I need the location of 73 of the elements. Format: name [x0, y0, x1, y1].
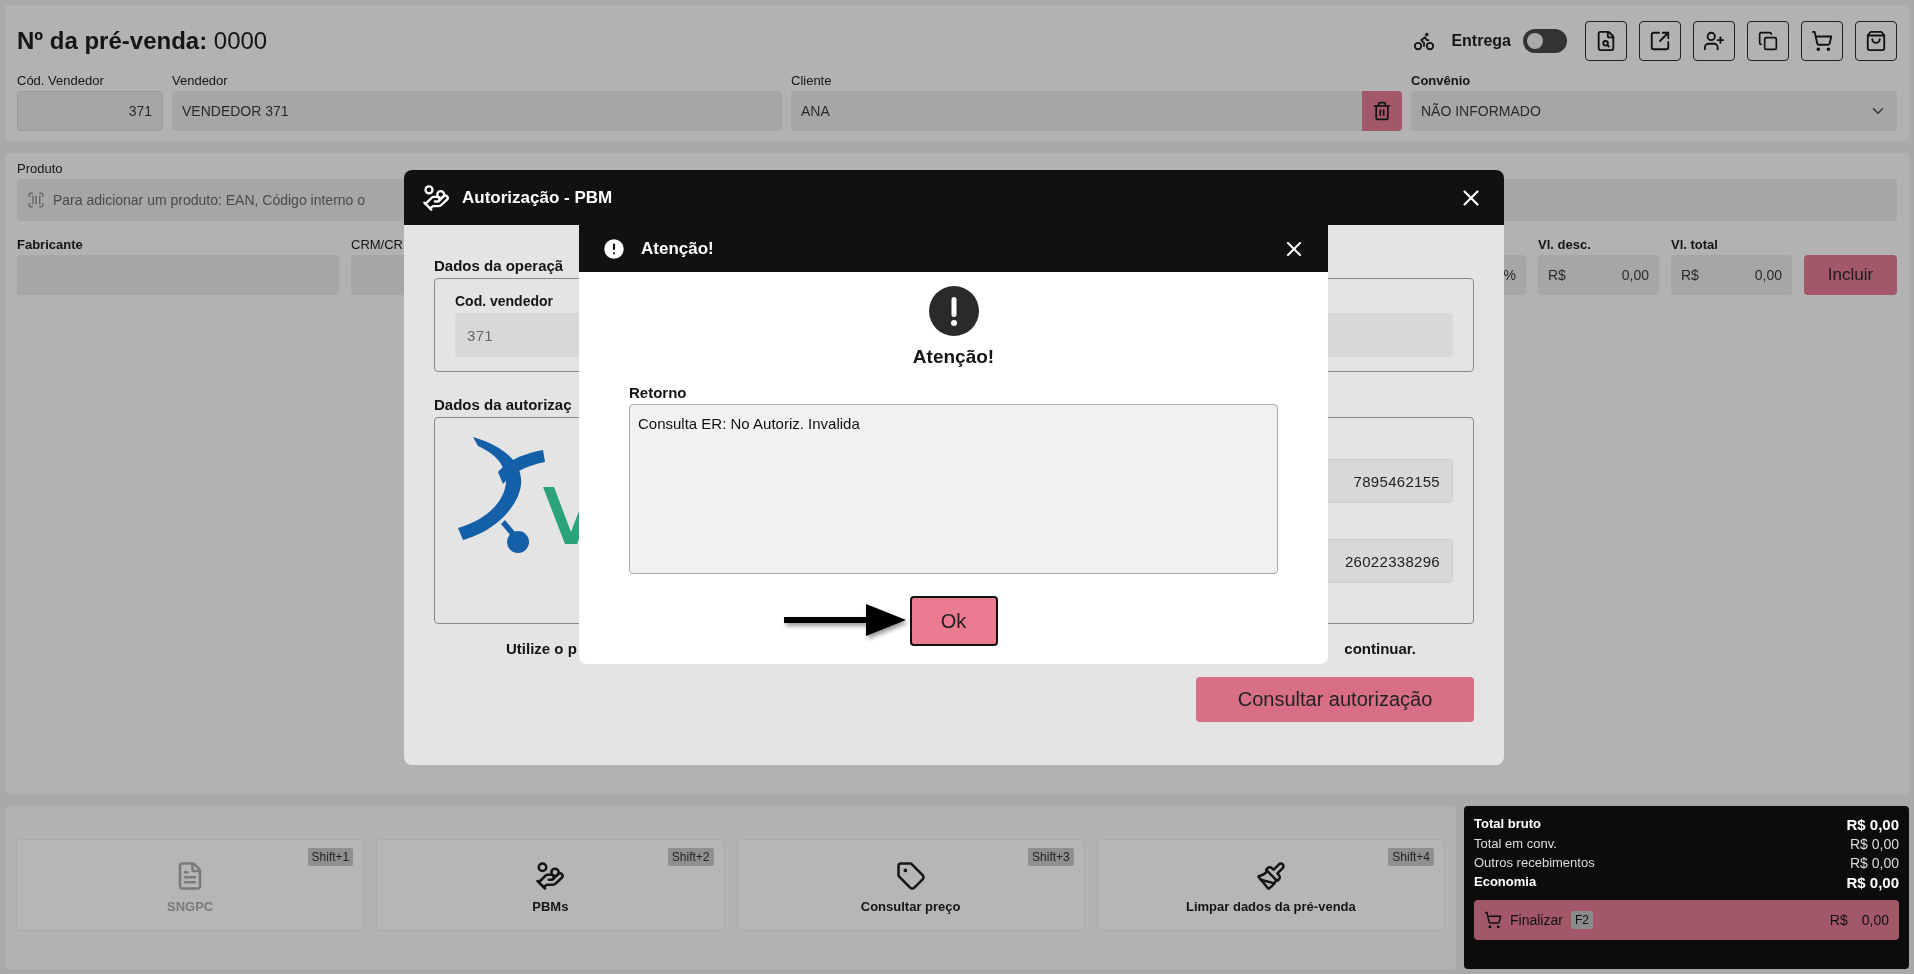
- cart-icon: [1484, 911, 1502, 929]
- shortcut-badge: Shift+1: [307, 848, 354, 866]
- total-label: Total bruto: [1474, 816, 1541, 833]
- field-label: CRM/CR: [351, 237, 403, 253]
- shortcut-badge: Shift+3: [1028, 848, 1074, 866]
- cart-icon: [1811, 30, 1833, 52]
- field-label: Cod. vendedor: [455, 293, 554, 309]
- total-label: Outros recebimentos: [1474, 855, 1595, 871]
- field-label: Vl. total: [1671, 237, 1718, 253]
- copy-icon: [1758, 31, 1778, 51]
- total-value: R$ 0,00: [1846, 816, 1899, 833]
- amount-field[interactable]: R$ 0,00: [1671, 255, 1792, 295]
- action-card[interactable]: Limpar dados da pré-venda Shift+4: [1096, 839, 1445, 931]
- action-card[interactable]: PBMs Shift+2: [376, 839, 725, 931]
- delete-button[interactable]: [1362, 91, 1402, 131]
- field-label: Vl. desc.: [1538, 237, 1591, 253]
- page-title: Nº da pré-venda: 0000: [17, 27, 268, 55]
- dialog-title: Autorização - PBM: [462, 187, 613, 208]
- field-label: Convênio: [1411, 73, 1471, 89]
- alert-title: Atenção!: [641, 238, 714, 259]
- field-label: Fabricante: [17, 237, 83, 253]
- finish-label: Finalizar: [1510, 912, 1563, 928]
- finish-button[interactable]: Finalizar F2 R$ 0,00: [1474, 900, 1899, 940]
- trash-icon: [1372, 101, 1392, 121]
- seller-field[interactable]: VENDEDOR 371: [172, 91, 782, 131]
- bag-button[interactable]: [1855, 21, 1897, 61]
- copy-button[interactable]: [1747, 21, 1789, 61]
- currency-label: R$: [1829, 912, 1848, 928]
- agreement-select[interactable]: NÃO INFORMADO: [1411, 91, 1897, 131]
- hint-text: continuar.: [1344, 640, 1416, 657]
- bag-icon: [1865, 30, 1887, 52]
- share-icon: [1649, 30, 1671, 52]
- brush-icon: [1255, 861, 1286, 891]
- return-message-field[interactable]: Consulta ER: No Autoriz. Invalida: [629, 404, 1278, 574]
- section-heading: Dados da operaçã: [434, 257, 565, 274]
- tag-icon: [895, 861, 926, 891]
- action-card[interactable]: Consultar preço Shift+3: [736, 839, 1085, 931]
- cart-button[interactable]: [1801, 21, 1843, 61]
- document-search-icon: [1595, 30, 1617, 52]
- ok-button[interactable]: Ok: [909, 596, 998, 646]
- alert-heading: Atenção!: [912, 346, 995, 368]
- finish-amount: 0,00: [1861, 912, 1889, 928]
- hint-text: Utilize o p: [506, 640, 577, 657]
- total-value: R$ 0,00: [1849, 855, 1899, 871]
- delivery-toggle[interactable]: [1523, 29, 1567, 53]
- barcode-icon: [27, 191, 45, 209]
- shortcut-badge: F2: [1570, 911, 1593, 929]
- add-button[interactable]: Incluir: [1804, 255, 1897, 295]
- section-heading: Dados da autorizaç: [434, 396, 573, 413]
- hand-coins-icon: [422, 183, 450, 212]
- hand-coins-icon: [535, 861, 566, 891]
- amount-field[interactable]: R$ 0,00: [1538, 255, 1659, 295]
- field-label: Cód. Vendedor: [17, 73, 104, 89]
- shortcut-badge: Shift+2: [667, 848, 714, 866]
- field-label: Cliente: [791, 73, 832, 89]
- shortcut-badge: Shift+4: [1388, 848, 1434, 866]
- consult-button[interactable]: Consultar autorização: [1196, 677, 1474, 722]
- client-field[interactable]: ANA: [791, 91, 1362, 131]
- share-button[interactable]: [1639, 21, 1681, 61]
- total-label: Economia: [1474, 874, 1537, 891]
- field-label: Vendedor: [172, 73, 228, 89]
- add-user-button[interactable]: [1693, 21, 1735, 61]
- total-value: R$ 0,00: [1846, 874, 1899, 891]
- user-plus-icon: [1703, 30, 1725, 52]
- total-label: Total em conv.: [1474, 836, 1557, 852]
- field-label: Retorno: [629, 384, 687, 401]
- seller-code-field[interactable]: 371: [17, 91, 163, 131]
- search-document-button[interactable]: [1585, 21, 1627, 61]
- alert-icon: [928, 286, 979, 336]
- field-label: Produto: [17, 161, 63, 177]
- delivery-label: Entrega: [1451, 32, 1511, 50]
- total-value: R$ 0,00: [1849, 836, 1899, 852]
- bike-icon: [1413, 30, 1436, 52]
